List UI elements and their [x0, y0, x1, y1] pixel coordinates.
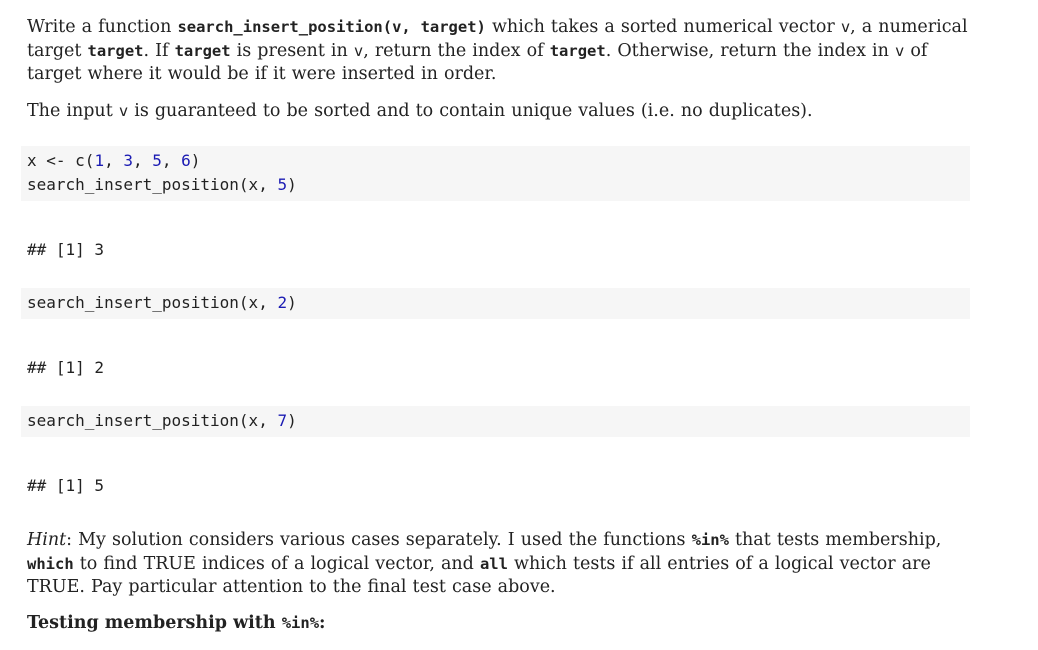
code-output: ## [1] 5: [27, 476, 105, 495]
code-output: ## [1] 3: [27, 240, 105, 259]
code-line: x <- c(1, 3, 5, 6): [27, 151, 201, 170]
inline-code: v: [840, 18, 851, 36]
inline-code: target: [174, 41, 231, 60]
inline-code: v: [118, 102, 129, 120]
inline-code: which: [27, 554, 74, 573]
hint-paragraph: Hint: My solution considers various case…: [27, 530, 942, 597]
function-signature-code: search_insert_position(v, target): [177, 18, 486, 36]
inline-code: target: [549, 41, 606, 60]
inline-code: %in%: [691, 531, 729, 549]
inline-code: v: [894, 41, 905, 60]
input-guarantee-paragraph: The input v is guaranteed to be sorted a…: [27, 101, 813, 121]
section-heading: Testing membership with %in%:: [27, 613, 326, 633]
problem-description: Write a function search_insert_position(…: [27, 17, 968, 84]
code-line: search_insert_position(x, 2): [27, 293, 297, 312]
inline-code: %in%: [281, 614, 320, 632]
code-line: search_insert_position(x, 7): [27, 411, 297, 430]
inline-code: v: [353, 41, 364, 60]
code-block: search_insert_position(x, 2): [21, 288, 970, 319]
code-block: x <- c(1, 3, 5, 6) search_insert_positio…: [21, 146, 970, 201]
code-output: ## [1] 2: [27, 358, 105, 377]
code-line: search_insert_position(x, 5): [27, 175, 297, 194]
inline-code: target: [87, 41, 144, 60]
hint-label: Hint: [27, 530, 67, 550]
inline-code: all: [479, 554, 508, 573]
code-block: search_insert_position(x, 7): [21, 406, 970, 437]
